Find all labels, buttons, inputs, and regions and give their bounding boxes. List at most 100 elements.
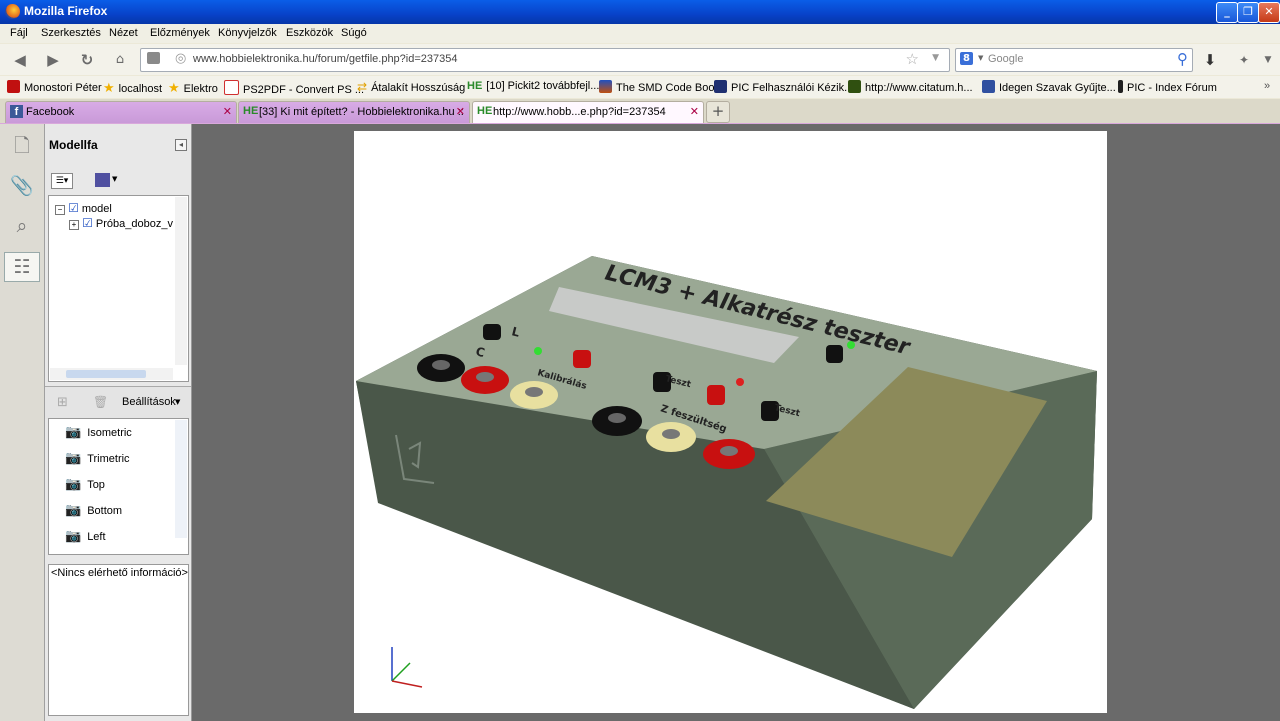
downloads-icon[interactable]: ⬇ (1200, 50, 1220, 70)
bookmarks-overflow-icon[interactable]: » (1264, 80, 1270, 92)
tab-close-icon[interactable]: ✕ (223, 105, 232, 118)
bookmark-item[interactable]: ★ localhost (103, 80, 162, 96)
menu-view[interactable]: Nézet (109, 27, 138, 39)
views-list: 📷 Isometric 📷 Trimetric 📷 Top 📷 Bottom 📷 Left (48, 418, 189, 555)
color-swatch-icon[interactable] (95, 173, 110, 187)
panel-title: Modellfa (49, 138, 98, 152)
google-icon[interactable]: 8 (960, 52, 973, 65)
url-bar[interactable]: ◎ www.hobbielektronika.hu/forum/getfile.… (140, 48, 950, 72)
settings-menu[interactable]: Beállítások (122, 396, 176, 408)
binoculars-icon[interactable]: ⌕ (8, 212, 36, 240)
title-bar: Mozilla Firefox _ ❐ ✕ (0, 0, 1280, 24)
button-calib (573, 350, 591, 368)
bookmark-item[interactable]: HE [10] Pickit2 továbbfejl... (467, 80, 599, 92)
checkbox-checked-icon[interactable]: ☑ (68, 201, 79, 215)
url-dropdown-icon[interactable]: ▼ (932, 53, 939, 63)
addon-icon[interactable]: ✦ (1234, 50, 1254, 70)
bookmark-item[interactable]: PS2PDF - Convert PS ... (224, 80, 364, 96)
toolbar-menu-icon[interactable]: ▼ (1258, 50, 1278, 70)
search-icon[interactable]: ⚲ (1177, 50, 1188, 68)
add-view-icon[interactable]: ⊞ (57, 395, 68, 410)
view-item-trimetric[interactable]: 📷 Trimetric (65, 450, 130, 466)
views-vertical-scrollbar[interactable] (175, 420, 187, 538)
menu-bar: Fájl Szerkesztés Nézet Előzmények Könyvj… (0, 24, 1280, 43)
view-item-bottom[interactable]: 📷 Bottom (65, 502, 122, 518)
delete-view-icon[interactable]: 🗑 (93, 395, 108, 409)
led-red (736, 378, 744, 386)
attachments-icon[interactable]: 📎 (8, 172, 36, 200)
facebook-icon: f (10, 105, 23, 118)
engine-dropdown-icon[interactable]: ▼ (978, 54, 983, 62)
scroll-thumb[interactable] (66, 370, 146, 378)
close-button[interactable]: ✕ (1258, 2, 1280, 23)
he-icon: HE (467, 80, 483, 92)
minimize-button[interactable]: _ (1216, 2, 1238, 23)
bookmark-item[interactable]: ⇄ Átalakít Hosszúság (357, 80, 465, 94)
options-icon[interactable]: ☰▾ (51, 173, 73, 189)
jack-hole (476, 372, 494, 382)
tree-node-model[interactable]: − ☑ model (55, 201, 112, 215)
tree-expand-icon[interactable]: + (69, 220, 79, 230)
led-green-1 (534, 347, 542, 355)
pages-icon[interactable]: 🗋 (8, 132, 36, 160)
tab-facebook[interactable]: f Facebook ✕ (5, 101, 237, 123)
axis-y (391, 662, 411, 682)
view-item-top[interactable]: 📷 Top (65, 476, 105, 492)
tab-close-icon[interactable]: ✕ (690, 105, 699, 118)
info-box: <Nincs elérhető információ> (48, 564, 189, 716)
microchip-icon (714, 80, 727, 93)
settings-dropdown-icon[interactable]: ▼ (175, 398, 180, 406)
forward-button[interactable]: ▶ (43, 50, 63, 70)
back-button[interactable]: ◀ (10, 50, 30, 70)
tab-current[interactable]: HE http://www.hobb...e.php?id=237354 ✕ (472, 101, 704, 123)
bookmark-item[interactable]: Idegen Szavak Gyűjte... (982, 80, 1116, 94)
bookmark-item[interactable]: The SMD Code Book (599, 80, 720, 94)
collapse-panel-icon[interactable]: ◂ (175, 139, 187, 151)
reload-button[interactable]: ↻ (77, 50, 97, 70)
model-tree-panel: Modellfa ◂ ☰▾ ▼ − ☑ model + ☑ Próba_dobo… (45, 124, 192, 721)
view-item-isometric[interactable]: 📷 Isometric (65, 424, 132, 440)
star-icon: ★ (103, 80, 115, 95)
search-box[interactable]: 8 ▼ Google ⚲ (955, 48, 1193, 72)
tree-vertical-scrollbar[interactable] (175, 197, 187, 365)
new-tab-button[interactable]: + (706, 101, 730, 123)
camera-icon: 📷 (65, 450, 82, 465)
viewer-sidebar-strip: 🗋 📎 ⌕ ☷ (0, 124, 45, 721)
navigation-bar: ◀ ▶ ↻ ⌂ ◎ www.hobbielektronika.hu/forum/… (0, 44, 1280, 75)
bookmark-item[interactable]: PIC - Index Fórum (1118, 80, 1217, 94)
tree-horizontal-scrollbar[interactable] (50, 368, 173, 380)
color-dropdown-icon[interactable]: ▼ (112, 175, 117, 183)
menu-tools[interactable]: Eszközök (286, 27, 333, 39)
camera-icon: 📷 (65, 528, 82, 543)
camera-icon: 📷 (65, 476, 82, 491)
tree-collapse-icon[interactable]: − (55, 205, 65, 215)
tab-hobbielektronika[interactable]: HE [33] Ki mit épített? - Hobbielektroni… (238, 101, 470, 123)
model-canvas[interactable]: LCM3 + Alkatrész teszter L C Kalibrálás … (354, 131, 1107, 713)
view-item-left[interactable]: 📷 Left (65, 528, 106, 544)
button-right (826, 345, 843, 363)
checkbox-checked-icon[interactable]: ☑ (82, 216, 93, 230)
jack-hole (662, 429, 680, 439)
tab-close-icon[interactable]: ✕ (456, 105, 465, 118)
camera-icon: 📷 (65, 424, 82, 439)
camera-icon: 📷 (65, 502, 82, 517)
arrows-icon: ⇄ (357, 80, 368, 94)
model-tree-icon[interactable]: ☷ (4, 252, 40, 282)
bookmark-item[interactable]: PIC Felhasználói Kézik... (714, 80, 853, 94)
menu-help[interactable]: Súgó (341, 27, 367, 39)
tree-node-doboz[interactable]: + ☑ Próba_doboz_v (69, 216, 173, 230)
menu-history[interactable]: Előzmények (150, 27, 210, 39)
bookmark-item[interactable]: http://www.citatum.h... (848, 80, 973, 94)
maximize-button[interactable]: ❐ (1237, 2, 1259, 23)
views-toolbar: ⊞ 🗑 Beállítások ▼ (45, 386, 191, 419)
axis-x (391, 680, 423, 688)
bookmark-item[interactable]: ★ Elektro (168, 80, 218, 96)
home-button[interactable]: ⌂ (110, 50, 130, 70)
menu-file[interactable]: Fájl (10, 27, 28, 39)
menu-edit[interactable]: Szerkesztés (41, 27, 101, 39)
url-text: www.hobbielektronika.hu/forum/getfile.ph… (193, 53, 458, 65)
menu-bookmarks[interactable]: Könyvjelzők (218, 27, 277, 39)
he-icon: HE (243, 105, 259, 117)
bookmark-item[interactable]: Monostori Péter (7, 80, 102, 94)
bookmark-star-icon[interactable]: ☆ (906, 50, 919, 68)
